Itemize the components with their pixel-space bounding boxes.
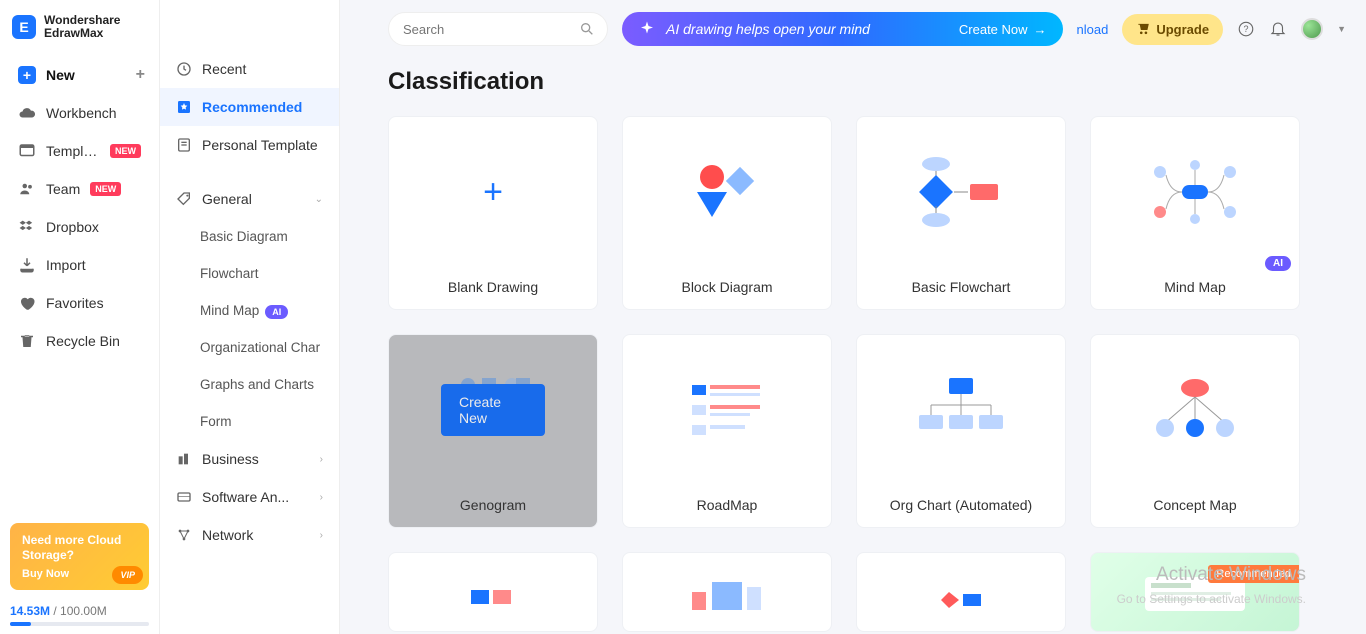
main-area: AI drawing helps open your mind Create N…	[340, 0, 1366, 634]
sub-mind-map[interactable]: Mind MapAI	[160, 292, 339, 329]
star-icon	[176, 99, 192, 115]
brand-logo: E WondershareEdrawMax	[0, 0, 159, 56]
nav-team[interactable]: Team NEW	[8, 170, 151, 208]
chevron-down-icon[interactable]: ▼	[1337, 24, 1346, 34]
ai-badge: AI	[265, 305, 288, 319]
card-mind-map[interactable]: AI Mind Map	[1090, 116, 1300, 310]
recommended-badge: Recommended	[1208, 565, 1299, 583]
card-partial-1[interactable]	[388, 552, 598, 632]
help-icon[interactable]: ?	[1237, 20, 1255, 38]
business-icon	[176, 451, 192, 467]
logo-icon: E	[12, 15, 36, 39]
clock-icon	[176, 61, 192, 77]
new-badge: NEW	[110, 144, 141, 158]
sub-basic-diagram[interactable]: Basic Diagram	[160, 218, 339, 255]
vip-badge: VIP	[112, 566, 143, 584]
create-now-link[interactable]: Create Now →	[959, 22, 1047, 37]
cloud-icon	[18, 104, 36, 122]
trash-icon	[18, 332, 36, 350]
cloud-storage-promo[interactable]: Need more Cloud Storage? Buy Now VIP	[10, 523, 149, 590]
download-fragment[interactable]: nload	[1077, 22, 1109, 37]
card-org-chart[interactable]: Org Chart (Automated)	[856, 334, 1066, 528]
card-genogram[interactable]: Create New Genogram	[388, 334, 598, 528]
sidebar-left: E WondershareEdrawMax + New + Workbench …	[0, 0, 160, 634]
avatar[interactable]	[1301, 18, 1323, 40]
template-icon	[18, 142, 36, 160]
template-icon	[176, 137, 192, 153]
bell-icon[interactable]	[1269, 20, 1287, 38]
plus-icon: +	[483, 173, 503, 212]
chevron-right-icon: ›	[320, 492, 323, 503]
mid-personal-template[interactable]: Personal Template	[160, 126, 339, 164]
sub-flowchart[interactable]: Flowchart	[160, 255, 339, 292]
nav-dropbox[interactable]: Dropbox	[8, 208, 151, 246]
sub-form[interactable]: Form	[160, 403, 339, 440]
team-icon	[18, 180, 36, 198]
new-badge: NEW	[90, 182, 121, 196]
cart-icon	[1136, 22, 1150, 36]
mid-recommended[interactable]: Recommended	[160, 88, 339, 126]
group-general[interactable]: General ⌄	[160, 180, 339, 218]
group-network[interactable]: Network ›	[160, 516, 339, 554]
network-icon	[176, 527, 192, 543]
spark-icon	[638, 20, 656, 38]
heart-icon	[18, 294, 36, 312]
software-icon	[176, 489, 192, 505]
search-icon	[579, 21, 595, 37]
svg-text:?: ?	[1244, 24, 1249, 34]
card-partial-recommended[interactable]: Recommended	[1090, 552, 1300, 632]
page-title: Classification	[388, 68, 1318, 96]
create-new-button[interactable]: Create New	[441, 384, 545, 436]
dropbox-icon	[18, 218, 36, 236]
card-concept-map[interactable]: Concept Map	[1090, 334, 1300, 528]
import-icon	[18, 256, 36, 274]
search-input[interactable]	[388, 12, 608, 46]
nav-new[interactable]: + New +	[8, 56, 151, 94]
topbar: AI drawing helps open your mind Create N…	[340, 0, 1366, 58]
card-partial-3[interactable]	[856, 552, 1066, 632]
card-blank-drawing[interactable]: + Blank Drawing	[388, 116, 598, 310]
chevron-right-icon: ›	[320, 530, 323, 541]
nav-workbench[interactable]: Workbench	[8, 94, 151, 132]
group-software[interactable]: Software An... ›	[160, 478, 339, 516]
nav-recycle[interactable]: Recycle Bin	[8, 322, 151, 360]
plus-icon: +	[18, 66, 36, 84]
card-roadmap[interactable]: RoadMap	[622, 334, 832, 528]
ai-badge: AI	[1265, 256, 1291, 271]
ai-banner[interactable]: AI drawing helps open your mind Create N…	[622, 12, 1063, 46]
sub-graphs-charts[interactable]: Graphs and Charts	[160, 366, 339, 403]
tag-icon	[176, 191, 192, 207]
card-basic-flowchart[interactable]: Basic Flowchart	[856, 116, 1066, 310]
category-panel: Recent Recommended Personal Template Gen…	[160, 0, 340, 634]
nav-favorites[interactable]: Favorites	[8, 284, 151, 322]
chevron-right-icon: ›	[320, 454, 323, 465]
storage-meter: 14.53M / 100.00M	[0, 600, 159, 634]
chevron-down-icon: ⌄	[315, 194, 323, 205]
mid-recent[interactable]: Recent	[160, 50, 339, 88]
nav-import[interactable]: Import	[8, 246, 151, 284]
card-partial-2[interactable]	[622, 552, 832, 632]
card-block-diagram[interactable]: Block Diagram	[622, 116, 832, 310]
brand-text: WondershareEdrawMax	[44, 14, 120, 40]
group-business[interactable]: Business ›	[160, 440, 339, 478]
plus-right-icon[interactable]: +	[136, 66, 145, 84]
upgrade-button[interactable]: Upgrade	[1122, 14, 1223, 45]
nav-templates[interactable]: Templat... NEW	[8, 132, 151, 170]
sub-org-chart[interactable]: Organizational Char	[160, 329, 339, 366]
